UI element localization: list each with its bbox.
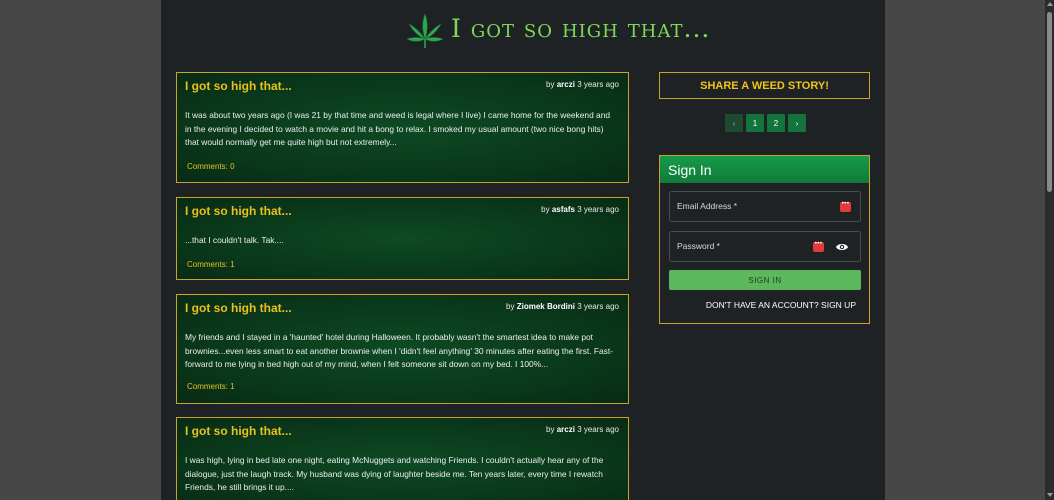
story-excerpt: My friends and I stayed in a 'haunted' h… [185,332,613,370]
story-card[interactable]: I got so high that... by asfafs 3 years … [176,197,629,280]
scroll-thumb[interactable] [1047,12,1052,192]
scroll-up-arrow-icon[interactable] [1047,2,1053,6]
story-time: 3 years ago [577,80,619,89]
signin-heading: Sign In [660,156,869,183]
scroll-down-arrow-icon[interactable] [1047,493,1053,497]
story-by: by [506,302,515,311]
story-comments-link[interactable]: Comments: 0 [187,162,235,171]
story-title[interactable]: I got so high that... [185,301,292,315]
pagination-page-2[interactable]: 2 [767,114,785,132]
story-meta: by arczi 3 years ago [546,80,619,89]
signin-panel: Sign In Email Address * Password * SIGN … [659,155,870,324]
story-title[interactable]: I got so high that... [185,79,292,93]
story-author[interactable]: arczi [557,80,575,89]
story-card[interactable]: I got so high that... by Ziomek Bordini … [176,294,629,404]
page-container: I got so high that... I got so high that… [161,0,885,500]
story-excerpt: I was high, lying in bed late one night,… [185,455,604,493]
story-author[interactable]: asfafs [552,205,575,214]
story-author[interactable]: Ziomek Bordini [517,302,575,311]
story-card[interactable]: I got so high that... by arczi 3 years a… [176,72,629,183]
story-by: by [546,80,555,89]
page-scrollbar[interactable] [1045,0,1054,500]
email-label: Email Address * [677,201,737,211]
signin-button[interactable]: SIGN IN [669,270,861,290]
story-meta: by asfafs 3 years ago [541,205,619,214]
story-time: 3 years ago [577,302,619,311]
story-meta: by arczi 3 years ago [546,425,619,434]
story-time: 3 years ago [577,205,619,214]
cannabis-leaf-icon [406,13,444,48]
share-story-button[interactable]: SHARE A WEED STORY! [659,72,870,99]
story-excerpt: ...that I couldn't talk. Tak.... [185,235,284,245]
story-time: 3 years ago [577,425,619,434]
pagination-prev-button[interactable]: ‹ [725,114,743,132]
pagination-next-button[interactable]: › [788,114,806,132]
story-author[interactable]: arczi [557,425,575,434]
story-card[interactable]: I got so high that... by arczi 3 years a… [176,417,629,500]
story-by: by [541,205,550,214]
signup-link[interactable]: DON'T HAVE AN ACCOUNT? SIGN UP [706,300,856,310]
password-manager-icon[interactable] [813,240,824,252]
story-excerpt: It was about two years ago (I was 21 by … [185,110,611,148]
password-label: Password * [677,241,720,251]
story-title[interactable]: I got so high that... [185,424,292,438]
show-password-eye-icon[interactable] [835,241,849,253]
site-title[interactable]: I got so high that... [451,14,710,43]
pagination-page-1[interactable]: 1 [746,114,764,132]
email-field[interactable]: Email Address * [669,191,861,222]
story-by: by [546,425,555,434]
password-manager-icon[interactable] [840,200,851,212]
story-title[interactable]: I got so high that... [185,204,292,218]
password-field[interactable]: Password * [669,231,861,262]
pagination: ‹ 1 2 › [725,114,806,132]
story-meta: by Ziomek Bordini 3 years ago [506,302,619,311]
story-comments-link[interactable]: Comments: 1 [187,382,235,391]
story-comments-link[interactable]: Comments: 1 [187,260,235,269]
site-header: I got so high that... [161,0,885,60]
